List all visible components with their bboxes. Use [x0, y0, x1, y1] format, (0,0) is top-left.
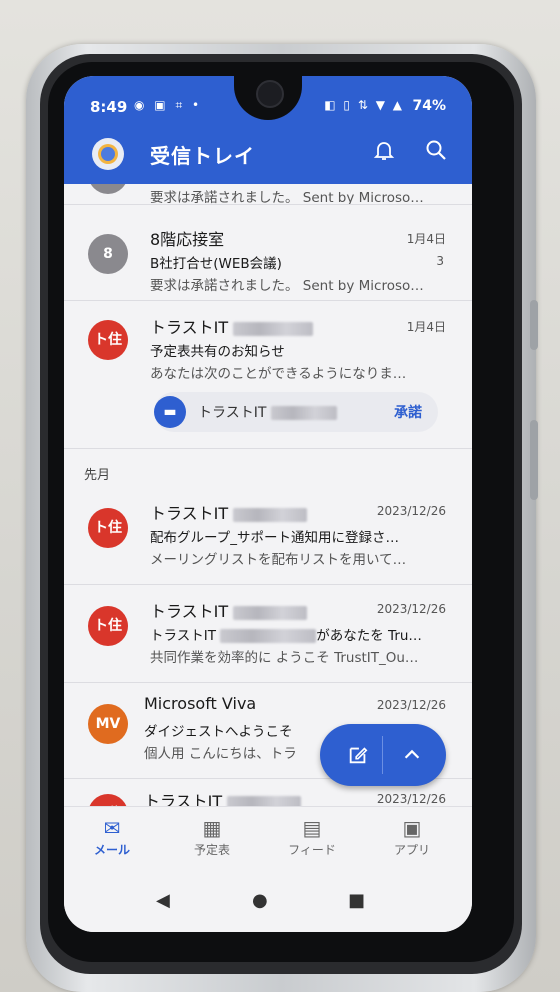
app-bar: 受信トレイ	[64, 132, 472, 184]
phone-screen: 8:49 ◉ ▣ ⌗ • ◧ ▯ ⇅ ▼ ▲ 74% 受信トレイ 要求は承諾され…	[64, 76, 472, 932]
system-status-icons: ◧ ▯ ⇅ ▼ ▲	[324, 98, 404, 112]
sender-name-text: トラストIT	[150, 318, 229, 337]
accept-button[interactable]: 承諾	[394, 402, 422, 422]
divider	[64, 682, 472, 683]
sender-name: トラストIT	[150, 598, 308, 622]
list-item[interactable]: 8 8階応接室 1月4日 B社打合せ(WEB会議) 3 要求は承諾されました。 …	[64, 222, 472, 308]
system-navigation: ◀ ● ■	[64, 872, 472, 932]
divider	[64, 448, 472, 449]
redacted-text	[227, 795, 302, 806]
sender-name: トラストIT	[150, 500, 308, 524]
message-subject: 配布グループ_サポート通知用に登録さ…	[150, 530, 399, 546]
power-button	[530, 420, 538, 500]
message-subject-part: トラストIT	[150, 628, 216, 644]
divider	[64, 204, 472, 205]
list-item[interactable]: ト住 トラストIT 2023/12/26 トラストIT があなたを Tru… 共…	[64, 594, 472, 680]
recents-icon[interactable]: ■	[348, 890, 365, 911]
message-date: 1月4日	[406, 232, 446, 246]
volume-button	[530, 300, 538, 350]
section-header: 先月	[84, 468, 111, 483]
message-subject: ダイジェストへようこそ	[144, 724, 293, 740]
message-subject: 予定表共有のお知らせ	[150, 344, 285, 360]
message-preview: 個人用 こんにちは、トラ	[144, 746, 297, 762]
camera-lens-icon	[256, 80, 284, 108]
list-item[interactable]: ト住 トラストIT 2023/12/26 配布グループ_サポート通知用に登録さ……	[64, 496, 472, 582]
message-preview: あなたは次のことができるようになりま…	[150, 366, 407, 382]
feed-icon: ▤	[302, 816, 322, 840]
sender-avatar: ト住	[88, 794, 128, 806]
home-icon[interactable]: ●	[252, 890, 268, 911]
divider	[64, 300, 472, 301]
message-date: 2023/12/26	[376, 504, 446, 518]
account-avatar[interactable]	[92, 138, 124, 170]
list-item[interactable]: ト住 トラストIT 2023/12/26	[64, 784, 472, 806]
sender-avatar: MV	[88, 704, 128, 744]
message-subject: B社打合せ(WEB会議)	[150, 256, 282, 272]
sender-name: トラストIT	[150, 314, 314, 338]
tab-label: メール	[93, 843, 130, 857]
redacted-text	[220, 629, 317, 643]
status-time: 8:49	[90, 98, 128, 116]
sender-name-text: トラストIT	[144, 792, 223, 806]
sender-name-text: トラストIT	[150, 602, 229, 621]
message-preview: 共同作業を効率的に ようこそ TrustIT_Ou…	[150, 650, 419, 666]
message-subject-part: があなたを Tru…	[316, 628, 422, 644]
apps-icon: ▣	[402, 816, 422, 840]
invite-organizer: トラストIT	[198, 402, 337, 422]
mail-icon: ✉	[103, 816, 121, 840]
battery-level: 74%	[412, 98, 446, 114]
meeting-invite-pill[interactable]: ▬ トラストIT 承諾	[154, 392, 438, 432]
sender-avatar: ト住	[88, 606, 128, 646]
tab-label: フィード	[288, 843, 336, 857]
redacted-text	[233, 321, 314, 336]
page-title: 受信トレイ	[150, 144, 255, 168]
message-date: 2023/12/26	[376, 698, 446, 712]
sender-name: トラストIT	[144, 788, 302, 806]
tab-label: 予定表	[193, 843, 230, 857]
message-preview: 要求は承諾されました。 Sent by Microso…	[150, 190, 424, 206]
search-icon[interactable]	[422, 138, 450, 166]
list-item[interactable]: ト住 トラストIT 1月4日 予定表共有のお知らせ あなたは次のことができるよう…	[64, 310, 472, 460]
redacted-text	[270, 406, 337, 420]
calendar-icon: ▬	[154, 396, 186, 428]
message-date: 2023/12/26	[376, 792, 446, 806]
floating-action-button	[320, 724, 446, 786]
thread-count: 3	[436, 254, 444, 268]
tab-feed[interactable]: ▤ フィード	[272, 815, 352, 858]
tab-apps[interactable]: ▣ アプリ	[372, 815, 452, 858]
bell-icon[interactable]	[370, 138, 398, 166]
tab-label: アプリ	[393, 843, 430, 857]
tab-mail[interactable]: ✉ メール	[72, 815, 152, 858]
sender-avatar	[88, 184, 128, 194]
sender-name: 8階応接室	[150, 230, 225, 249]
divider	[64, 584, 472, 585]
message-date: 1月4日	[406, 320, 446, 334]
bottom-navigation: ✉ メール ▦ 予定表 ▤ フィード ▣ アプリ	[64, 806, 472, 873]
calendar-icon: ▦	[202, 816, 222, 840]
message-subject: トラストIT があなたを Tru…	[150, 624, 422, 644]
invite-organizer-text: トラストIT	[198, 405, 267, 421]
fab-divider	[382, 736, 383, 774]
sender-avatar: 8	[88, 234, 128, 274]
message-preview: 要求は承諾されました。 Sent by Microso…	[150, 278, 424, 294]
message-preview: メーリングリストを配布リストを用いて…	[150, 552, 407, 568]
compose-button[interactable]	[334, 724, 382, 786]
sender-avatar: ト住	[88, 320, 128, 360]
expand-up-button[interactable]	[388, 724, 436, 786]
message-date: 2023/12/26	[376, 602, 446, 616]
sender-name: Microsoft Viva	[144, 694, 257, 713]
message-list[interactable]: 要求は承諾されました。 Sent by Microso… 8 8階応接室 1月4…	[64, 184, 472, 806]
back-icon[interactable]: ◀	[156, 890, 170, 911]
redacted-text	[233, 605, 308, 620]
tab-calendar[interactable]: ▦ 予定表	[172, 815, 252, 858]
redacted-text	[233, 507, 308, 522]
notification-icons: ◉ ▣ ⌗ •	[134, 98, 203, 112]
sender-name-text: トラストIT	[150, 504, 229, 523]
sender-avatar: ト住	[88, 508, 128, 548]
